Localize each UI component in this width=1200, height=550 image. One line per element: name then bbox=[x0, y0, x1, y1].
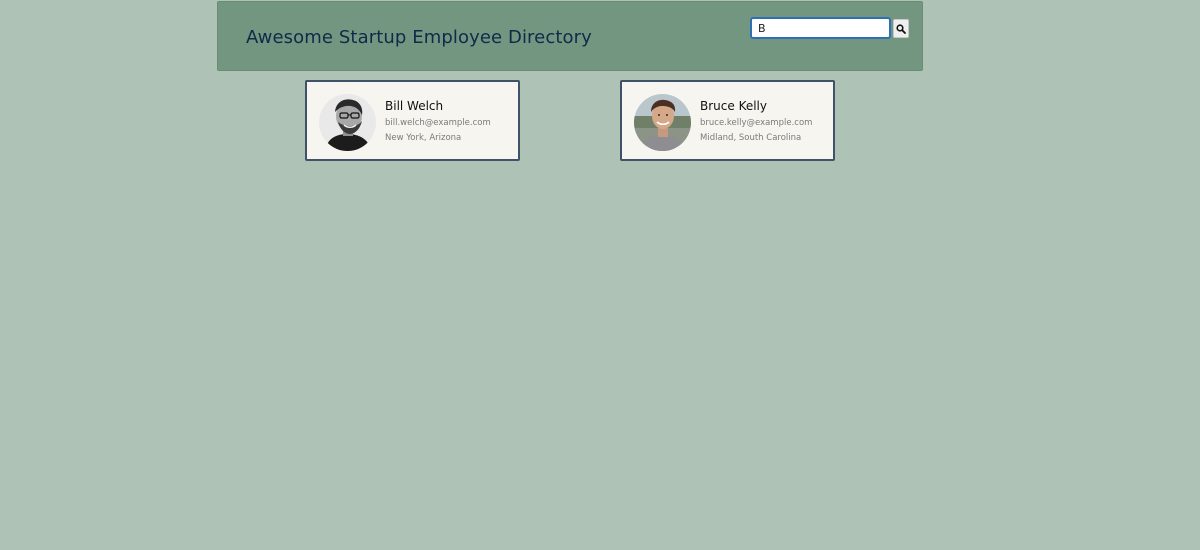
page-title: Awesome Startup Employee Directory bbox=[246, 27, 592, 48]
search-input[interactable] bbox=[750, 17, 891, 39]
avatar bbox=[634, 94, 691, 151]
avatar bbox=[319, 94, 376, 151]
employee-email: bruce.kelly@example.com bbox=[700, 118, 813, 128]
employee-name: Bill Welch bbox=[385, 99, 444, 113]
employee-email: bill.welch@example.com bbox=[385, 118, 491, 128]
employee-location: Midland, South Carolina bbox=[700, 133, 802, 143]
search-icon bbox=[896, 23, 906, 34]
search-button[interactable] bbox=[893, 19, 909, 38]
header: Awesome Startup Employee Directory bbox=[217, 1, 923, 71]
employee-name: Bruce Kelly bbox=[700, 99, 767, 113]
employee-location: New York, Arizona bbox=[385, 133, 462, 143]
employee-card[interactable]: Bill Welch bill.welch@example.com New Yo… bbox=[305, 80, 520, 161]
employee-card[interactable]: Bruce Kelly bruce.kelly@example.com Midl… bbox=[620, 80, 835, 161]
